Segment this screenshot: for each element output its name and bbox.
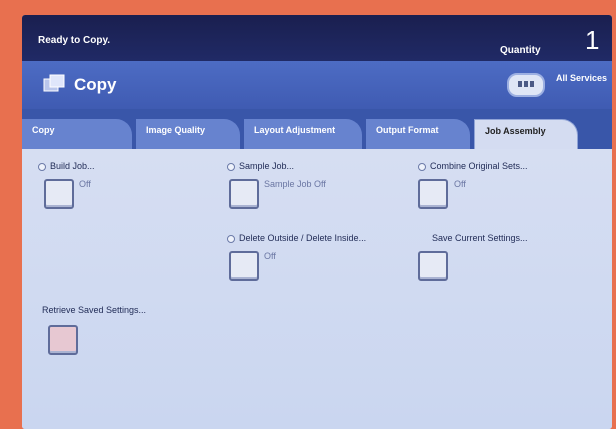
save-current-settings-label: Save Current Settings... bbox=[432, 233, 528, 243]
radio-icon bbox=[38, 162, 46, 171]
all-services-button[interactable] bbox=[507, 73, 545, 97]
tab-image-quality[interactable]: Image Quality bbox=[136, 119, 240, 149]
build-job-value: Off bbox=[79, 179, 91, 189]
sample-job-option[interactable]: Sample Job... bbox=[227, 161, 294, 171]
page-title: Copy bbox=[74, 75, 117, 94]
build-job-button[interactable] bbox=[44, 179, 74, 209]
delete-outside-inside-button[interactable] bbox=[229, 251, 259, 281]
save-current-settings-button[interactable] bbox=[418, 251, 448, 281]
tab-copy[interactable]: Copy bbox=[22, 119, 132, 149]
sample-job-button[interactable] bbox=[229, 179, 259, 209]
tab-layout-adjustment[interactable]: Layout Adjustment bbox=[244, 119, 362, 149]
sample-job-value: Sample Job Off bbox=[264, 179, 326, 189]
retrieve-saved-settings-option[interactable]: Retrieve Saved Settings... bbox=[42, 305, 146, 315]
sample-job-label: Sample Job... bbox=[239, 161, 295, 171]
status-text: Ready to Copy. bbox=[38, 35, 111, 46]
page-header: Copy All Services bbox=[22, 61, 612, 109]
tab-job-assembly[interactable]: Job Assembly bbox=[474, 119, 578, 149]
radio-icon bbox=[418, 162, 426, 171]
quantity-label: Quantity bbox=[500, 45, 541, 56]
combine-original-sets-button[interactable] bbox=[418, 179, 448, 209]
delete-outside-inside-label: Delete Outside / Delete Inside... bbox=[239, 233, 367, 243]
copier-screen: Ready to Copy. Quantity 1 Copy All Servi… bbox=[22, 15, 612, 429]
delete-outside-inside-value: Off bbox=[264, 251, 276, 261]
combine-original-sets-value: Off bbox=[454, 179, 466, 189]
combine-original-sets-option[interactable]: Combine Original Sets... bbox=[418, 161, 528, 171]
build-job-option[interactable]: Build Job... bbox=[38, 161, 95, 171]
retrieve-saved-settings-button[interactable] bbox=[48, 325, 78, 355]
all-services-icon bbox=[517, 76, 535, 94]
tab-output-format[interactable]: Output Format bbox=[366, 119, 470, 149]
retrieve-saved-settings-label: Retrieve Saved Settings... bbox=[42, 305, 147, 315]
save-current-settings-option[interactable]: Save Current Settings... bbox=[432, 233, 528, 243]
all-services-label[interactable]: All Services bbox=[556, 73, 607, 83]
radio-icon bbox=[227, 234, 235, 243]
quantity-value[interactable]: 1 bbox=[585, 25, 599, 56]
combine-original-sets-label: Combine Original Sets... bbox=[430, 161, 528, 171]
build-job-label: Build Job... bbox=[50, 161, 95, 171]
radio-icon bbox=[227, 162, 235, 171]
status-bar: Ready to Copy. Quantity 1 bbox=[22, 15, 612, 61]
job-assembly-panel: Build Job... Off Sample Job... Sample Jo… bbox=[22, 149, 612, 429]
delete-outside-inside-option[interactable]: Delete Outside / Delete Inside... bbox=[227, 233, 366, 243]
copy-icon bbox=[42, 73, 68, 93]
tab-bar: Copy Image Quality Layout Adjustment Out… bbox=[22, 109, 612, 149]
